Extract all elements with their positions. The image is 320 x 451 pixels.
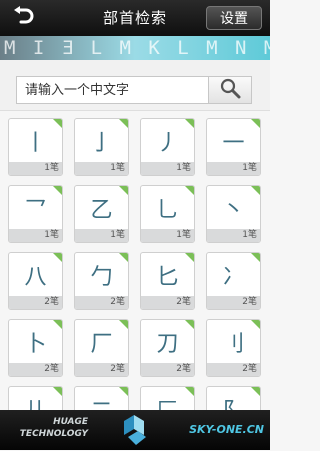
radical-char: 儿 [9,393,62,410]
radical-tile[interactable]: 冫 2笔 [206,252,261,310]
stroke-count: 2笔 [75,296,128,309]
stroke-count: 1笔 [207,229,260,242]
radical-char: 丨 [24,131,47,156]
radical-tile[interactable]: 丨 1笔 [8,118,63,176]
radical-char: 冫 [222,265,245,290]
stroke-count: 1笔 [75,162,128,175]
search-input[interactable] [16,76,208,104]
stroke-count: 1笔 [9,229,62,242]
header-bar: 部首检索 设置 [0,0,270,36]
search-bar [0,60,270,111]
radical-tile[interactable]: 厂 2笔 [74,319,129,377]
radical-char: 勹 [90,265,113,290]
radical-char: 二 [75,393,128,410]
radical-char: 刀 [156,332,179,357]
radical-tile[interactable]: 卜 2笔 [8,319,63,377]
radical-tile[interactable]: 阝 [206,386,261,410]
radical-char: 阝 [207,393,260,410]
radical-char: 乙 [90,198,113,223]
radical-char: 八 [24,265,47,290]
stroke-count: 2笔 [9,363,62,376]
radical-char: 刂 [222,332,245,357]
radical-tile[interactable]: 儿 [8,386,63,410]
stroke-count: 1笔 [9,162,62,175]
radical-tile[interactable]: 乛 1笔 [8,185,63,243]
radical-char: 亅 [90,131,113,156]
radical-tile[interactable]: 八 2笔 [8,252,63,310]
radical-tile[interactable]: 乙 1笔 [74,185,129,243]
radical-tile[interactable]: 匚 [140,386,195,410]
radical-char: 厂 [90,332,113,357]
brand-text: HUAGE TECHNOLOGY [8,416,88,440]
radical-tile[interactable]: 一 1笔 [206,118,261,176]
radical-tile[interactable]: 乚 1笔 [140,185,195,243]
stroke-count: 2笔 [141,296,194,309]
decorative-banner: M I Ǝ L M K L M N M [0,36,270,60]
stroke-count: 2笔 [141,363,194,376]
radical-tile[interactable]: 亅 1笔 [74,118,129,176]
stroke-count: 1笔 [141,162,194,175]
radical-char: 丿 [156,131,179,156]
brand-logo-icon [120,413,150,451]
site-link[interactable]: SKY-ONE.CN [189,423,264,436]
radical-char: 匚 [141,393,194,410]
radical-tile[interactable]: 勹 2笔 [74,252,129,310]
brand-line-1: HUAGE [53,417,88,427]
radical-char: 丶 [222,198,245,223]
stroke-count: 2笔 [207,363,260,376]
stroke-count: 1笔 [75,229,128,242]
stroke-count: 1笔 [141,229,194,242]
radical-tile[interactable]: 丶 1笔 [206,185,261,243]
radical-char: 卜 [24,332,47,357]
settings-button[interactable]: 设置 [206,6,262,30]
radical-char: 一 [222,131,245,156]
radical-char: 乛 [24,198,47,223]
radical-tile[interactable]: 二 [74,386,129,410]
stroke-count: 2笔 [9,296,62,309]
footer-bar: HUAGE TECHNOLOGY SKY-ONE.CN [0,410,270,450]
brand-line-2: TECHNOLOGY [19,429,88,439]
radical-tile[interactable]: 匕 2笔 [140,252,195,310]
radical-grid: 丨 1笔亅 1笔丿 1笔一 1笔乛 1笔乙 1笔乚 1笔丶 1笔八 2笔勹 2笔匕 2笔冫 2笔卜 2笔厂… [0,110,270,410]
stroke-count: 1笔 [207,162,260,175]
search-button[interactable] [208,76,252,104]
banner-text: M I Ǝ L M K L M N M [4,37,270,59]
radical-char: 乚 [156,198,179,223]
search-icon [219,77,241,103]
stroke-count: 2笔 [75,363,128,376]
radical-tile[interactable]: 丿 1笔 [140,118,195,176]
radical-char: 匕 [156,265,179,290]
radical-tile[interactable]: 刀 2笔 [140,319,195,377]
stroke-count: 2笔 [207,296,260,309]
radical-tile[interactable]: 刂 2笔 [206,319,261,377]
